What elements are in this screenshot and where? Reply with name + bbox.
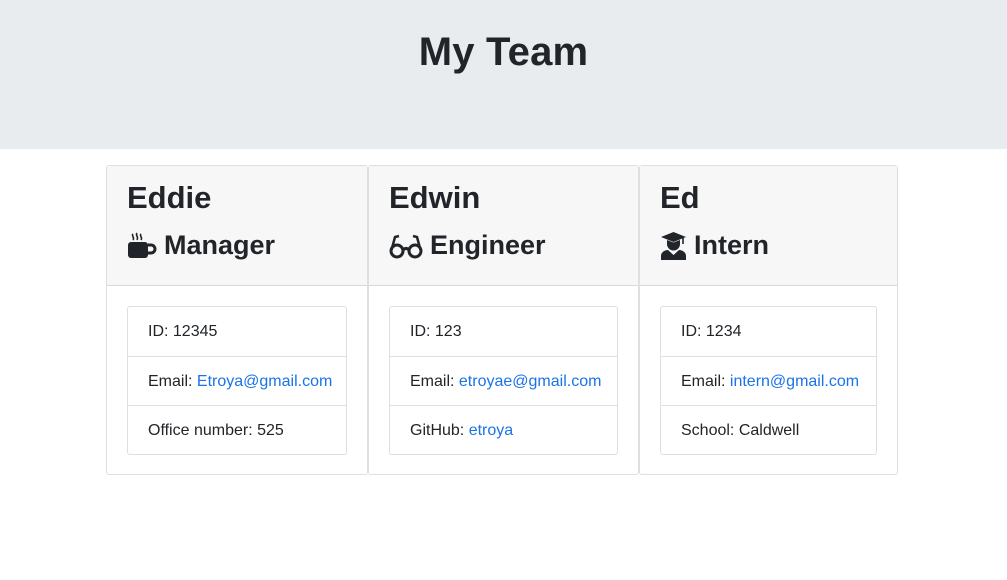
- employee-role: Intern: [660, 230, 769, 261]
- role-label: Engineer: [430, 230, 546, 260]
- details-list: ID: 12345 Email: Etroya@gmail.com Office…: [127, 306, 347, 455]
- employee-card-engineer: Edwin Engineer ID: 123 Email: etroyae@gm…: [368, 165, 639, 475]
- list-item-office: Office number: 525: [128, 405, 346, 454]
- header-banner: My Team: [0, 0, 1007, 149]
- id-value: 12345: [172, 323, 218, 340]
- employee-card-intern: Ed Intern ID: 1234 Email: intern@gmail.c…: [639, 165, 898, 475]
- glasses-icon: [389, 231, 423, 261]
- details-list: ID: 1234 Email: intern@gmail.com School:…: [660, 306, 877, 455]
- mug-icon: [127, 231, 157, 261]
- card-header: Ed Intern: [640, 166, 897, 286]
- graduate-icon: [660, 231, 687, 261]
- school-value: Caldwell: [738, 422, 800, 439]
- list-item-id: ID: 123: [410, 323, 462, 340]
- office-number-value: 525: [257, 422, 284, 439]
- id-value: 123: [434, 323, 462, 340]
- list-item-id: ID: 1234: [681, 323, 742, 340]
- id-value: 1234: [705, 323, 742, 340]
- employee-name: Eddie: [127, 180, 212, 215]
- employee-name: Ed: [660, 180, 700, 215]
- email-link[interactable]: intern@gmail.com: [730, 373, 859, 390]
- list-item-school: School: Caldwell: [661, 405, 876, 454]
- list-item-github: GitHub: etroya: [390, 405, 617, 454]
- role-label: Intern: [694, 230, 770, 260]
- card-header: Edwin Engineer: [369, 166, 638, 286]
- list-item-email: Email: Etroya@gmail.com: [128, 356, 346, 405]
- employee-name: Edwin: [389, 180, 481, 215]
- github-link[interactable]: etroya: [469, 422, 513, 439]
- card-header: Eddie Manager: [107, 166, 367, 286]
- list-item-email: Email: intern@gmail.com: [661, 356, 876, 405]
- employee-role: Engineer: [389, 230, 546, 261]
- role-label: Manager: [164, 230, 276, 260]
- email-link[interactable]: etroyae@gmail.com: [459, 373, 602, 390]
- employee-role: Manager: [127, 230, 275, 261]
- email-link[interactable]: Etroya@gmail.com: [197, 373, 332, 390]
- page-title: My Team: [418, 30, 589, 74]
- details-list: ID: 123 Email: etroyae@gmail.com GitHub:…: [389, 306, 618, 455]
- employee-card-manager: Eddie Manager ID: 12345 Email: Etroya@gm…: [106, 165, 368, 475]
- list-item-email: Email: etroyae@gmail.com: [390, 356, 617, 405]
- list-item-id: ID: 12345: [148, 323, 218, 340]
